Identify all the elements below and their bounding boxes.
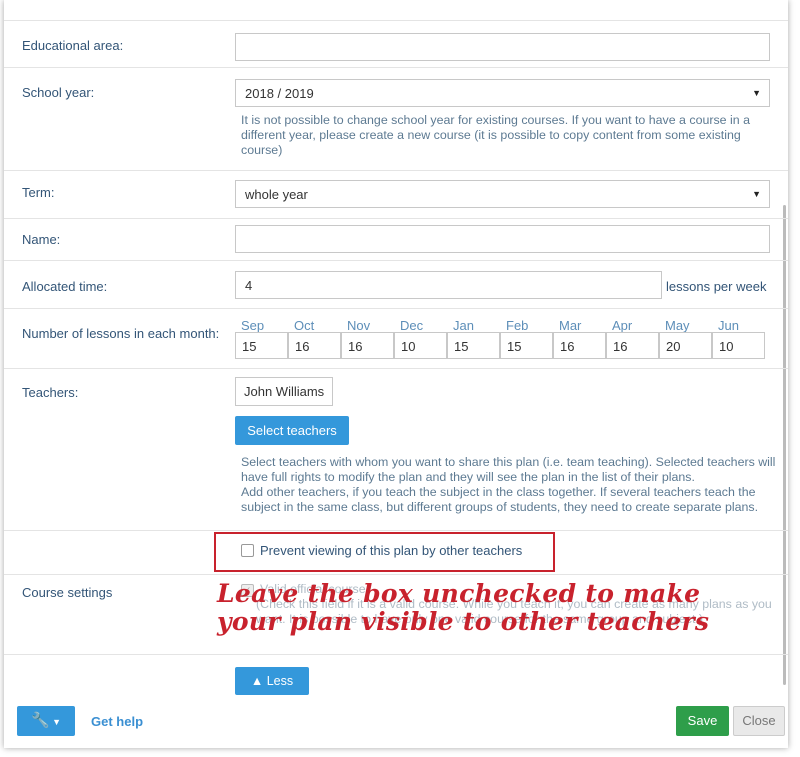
term-select[interactable]: whole year	[235, 180, 770, 208]
month-name: Jan	[453, 318, 474, 333]
school-year-select[interactable]: 2018 / 2019	[235, 79, 770, 107]
teachers-hint-1: Select teachers with whom you want to sh…	[241, 455, 776, 484]
month-input[interactable]: 20	[659, 332, 712, 359]
term-label: Term:	[22, 185, 55, 200]
month-input[interactable]: 15	[500, 332, 553, 359]
allocated-time-unit: lessons per week	[666, 279, 767, 294]
get-help-link[interactable]: Get help	[91, 714, 143, 729]
wrench-icon: 🔧	[30, 712, 50, 729]
row-allocated-time: Allocated time: 4 lessons per week	[4, 260, 788, 309]
month-input[interactable]: 10	[712, 332, 765, 359]
teachers-hint-2: Add other teachers, if you teach the sub…	[241, 485, 759, 514]
selected-teacher-chip[interactable]: John Williams	[235, 377, 334, 406]
educational-area-label: Educational area:	[22, 38, 124, 53]
month-name: Dec	[400, 318, 424, 333]
month-input[interactable]: 16	[341, 332, 394, 359]
select-teachers-button[interactable]: Select teachers	[235, 416, 349, 445]
month-name: May	[665, 318, 690, 333]
row-educational-area: Educational area:	[4, 20, 788, 68]
tools-menu-button[interactable]: 🔧 ▼	[17, 706, 75, 736]
month-name: Oct	[294, 318, 315, 333]
annotation-highlight-box	[214, 532, 555, 572]
row-term: Term: whole year	[4, 170, 788, 219]
less-button[interactable]: ▲ Less	[235, 667, 309, 695]
row-teachers: Teachers: John Williams Select teachers …	[4, 368, 788, 531]
annotation-line-2: your plan visible to other teachers	[217, 607, 710, 636]
month-name: Mar	[559, 318, 582, 333]
name-label: Name:	[22, 232, 61, 247]
month-name: Feb	[506, 318, 529, 333]
row-less: ▲ Less	[4, 654, 788, 707]
allocated-time-label: Allocated time:	[22, 279, 108, 294]
chevron-down-icon: ▼	[49, 717, 62, 727]
teachers-label: Teachers:	[22, 385, 79, 400]
school-year-value: 2018 / 2019	[245, 86, 314, 101]
month-input[interactable]: 15	[235, 332, 288, 359]
row-school-year: School year: 2018 / 2019 It is not possi…	[4, 67, 788, 171]
name-input[interactable]	[235, 225, 770, 253]
month-input[interactable]: 15	[447, 332, 500, 359]
save-button[interactable]: Save	[676, 706, 729, 736]
annotation-text: Leave the box unchecked to make your pla…	[217, 580, 709, 636]
term-value: whole year	[245, 187, 308, 202]
educational-area-input[interactable]	[235, 33, 770, 61]
school-year-label: School year:	[22, 85, 95, 100]
month-name: Nov	[347, 318, 371, 333]
month-input[interactable]: 16	[288, 332, 341, 359]
course-settings-label: Course settings	[22, 585, 113, 600]
annotation-line-1: Leave the box unchecked to make	[217, 579, 701, 608]
month-input[interactable]: 16	[606, 332, 659, 359]
lessons-per-month-label: Number of lessons in each month:	[22, 326, 220, 341]
month-name: Sep	[241, 318, 265, 333]
school-year-hint: It is not possible to change school year…	[241, 113, 750, 157]
row-name: Name:	[4, 218, 788, 261]
close-button[interactable]: Close	[733, 706, 785, 736]
month-name: Jun	[718, 318, 739, 333]
month-name: Apr	[612, 318, 633, 333]
month-input[interactable]: 10	[394, 332, 447, 359]
month-input[interactable]: 16	[553, 332, 606, 359]
allocated-time-input[interactable]: 4	[235, 271, 662, 299]
